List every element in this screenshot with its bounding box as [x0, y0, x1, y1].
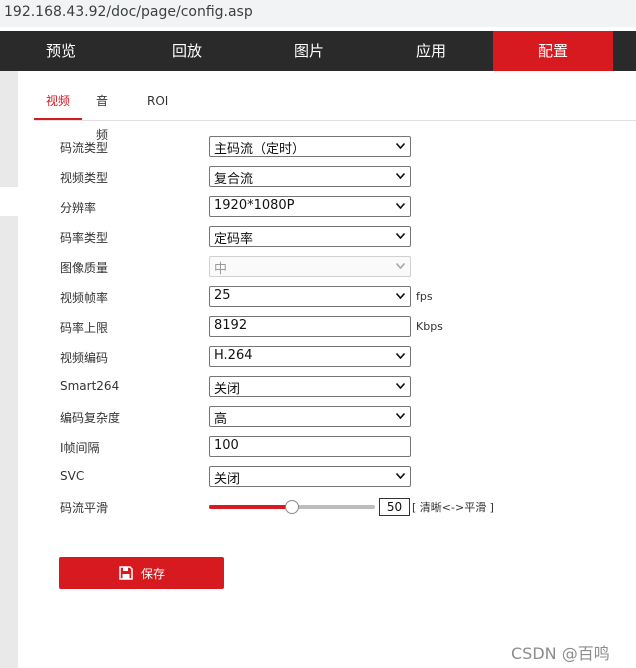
chevron-down-icon: [396, 143, 405, 149]
tab-video[interactable]: 视频: [34, 84, 82, 120]
video-type-label: 视频类型: [60, 171, 109, 185]
svc-label: SVC: [60, 469, 85, 483]
smoothing-label: 码流平滑: [60, 501, 109, 515]
chevron-down-icon: [396, 293, 405, 299]
svc-select[interactable]: 关闭: [209, 466, 411, 487]
top-nav: 预览 回放 图片 应用 配置: [0, 31, 636, 71]
chevron-down-icon: [396, 473, 405, 479]
image-quality-label: 图像质量: [60, 261, 109, 275]
chevron-down-icon: [396, 383, 405, 389]
max-bitrate-input[interactable]: 8192: [209, 316, 411, 337]
chevron-down-icon: [396, 173, 405, 179]
tab-divider: [34, 120, 636, 121]
nav-pictures[interactable]: 图片: [248, 31, 370, 71]
chevron-down-icon: [396, 233, 405, 239]
smart264-label: Smart264: [60, 379, 120, 393]
save-button[interactable]: 保存: [59, 557, 224, 589]
frame-rate-unit: fps: [416, 290, 433, 303]
smoothing-slider-fill: [209, 505, 292, 509]
address-bar[interactable]: 192.168.43.92/doc/page/config.asp: [0, 0, 636, 27]
tab-roi[interactable]: ROI: [147, 84, 168, 120]
max-bitrate-label: 码率上限: [60, 321, 109, 335]
bitrate-type-label: 码率类型: [60, 231, 109, 245]
chevron-down-icon: [396, 353, 405, 359]
save-icon: [119, 566, 133, 580]
encoding-complexity-label: 编码复杂度: [60, 411, 121, 425]
resolution-label: 分辨率: [60, 201, 97, 215]
tab-audio[interactable]: 音频: [96, 84, 108, 142]
frame-rate-select[interactable]: 25: [209, 286, 411, 307]
smart264-select[interactable]: 关闭: [209, 376, 411, 397]
max-bitrate-unit: Kbps: [416, 320, 443, 333]
stream-type-label: 码流类型: [60, 141, 109, 155]
left-gutter: [0, 71, 18, 668]
smoothing-value-input[interactable]: 50: [379, 498, 410, 516]
chevron-down-icon: [396, 203, 405, 209]
smoothing-slider[interactable]: [209, 500, 375, 514]
resolution-select[interactable]: 1920*1080P: [209, 196, 411, 217]
smoothing-slider-handle[interactable]: [285, 500, 299, 514]
chevron-down-icon: [396, 263, 405, 269]
bitrate-type-select[interactable]: 定码率: [209, 226, 411, 247]
i-frame-interval-label: I帧间隔: [60, 441, 100, 455]
nav-playback[interactable]: 回放: [126, 31, 248, 71]
nav-configuration[interactable]: 配置: [493, 31, 613, 71]
smoothing-hint: [ 清晰<->平滑 ]: [412, 501, 494, 514]
chevron-down-icon: [396, 413, 405, 419]
stream-type-select[interactable]: 主码流（定时）: [209, 136, 411, 157]
video-encoding-select[interactable]: H.264: [209, 346, 411, 367]
encoding-complexity-select[interactable]: 高: [209, 406, 411, 427]
nav-application[interactable]: 应用: [370, 31, 492, 71]
i-frame-interval-input[interactable]: 100: [209, 436, 411, 457]
image-quality-select: 中: [209, 256, 411, 277]
save-button-label: 保存: [141, 567, 166, 581]
video-type-select[interactable]: 复合流: [209, 166, 411, 187]
video-encoding-label: 视频编码: [60, 351, 109, 365]
frame-rate-label: 视频帧率: [60, 291, 109, 305]
nav-preview[interactable]: 预览: [0, 31, 122, 71]
watermark: CSDN @百鸣: [511, 644, 610, 663]
